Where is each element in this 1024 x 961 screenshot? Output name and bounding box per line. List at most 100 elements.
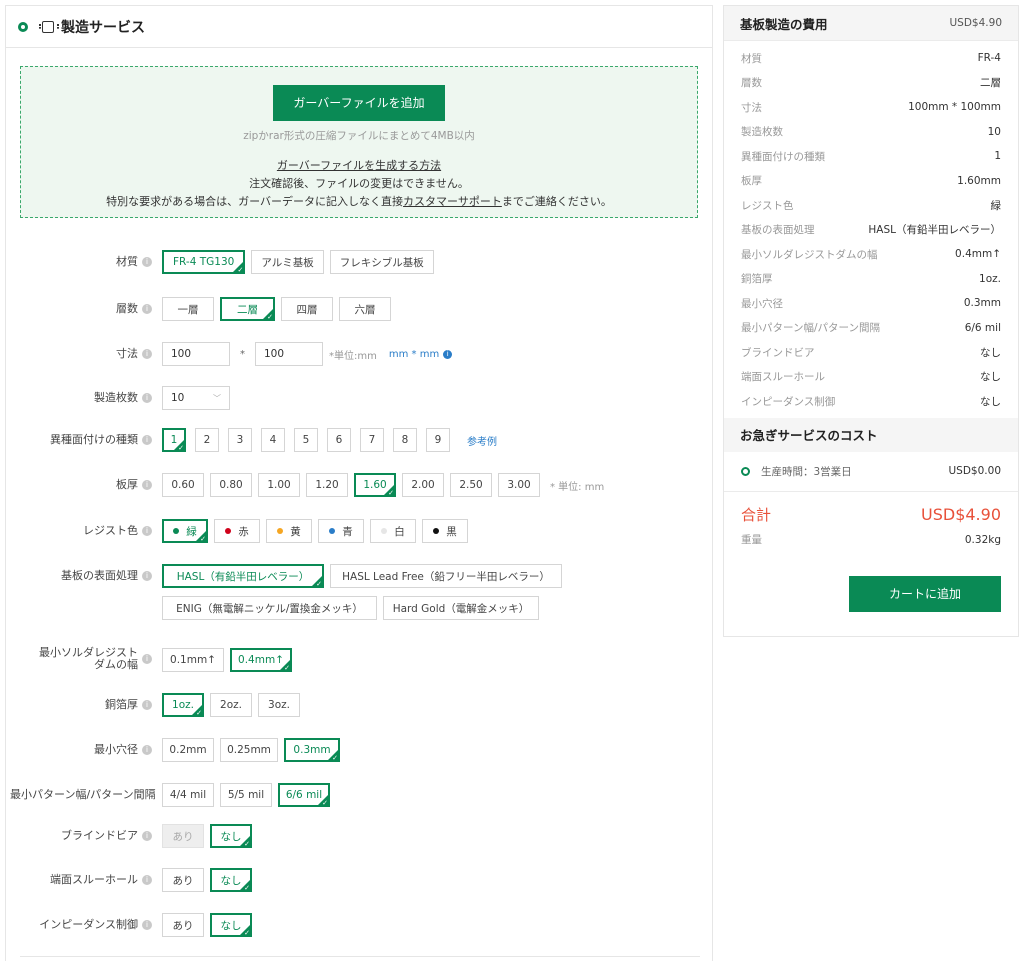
info-icon[interactable]: i: [142, 526, 152, 536]
resist-color-green[interactable]: 緑: [162, 519, 208, 543]
spec-key: 板厚: [741, 175, 762, 188]
resist-color-black[interactable]: 黒: [422, 519, 468, 543]
thickness-option-3-00[interactable]: 3.00: [498, 473, 540, 497]
blind-via-row: ブラインドビア i あり なし: [6, 824, 706, 848]
rush-title: お急ぎサービスのコスト: [740, 428, 878, 443]
spec-value: 1.60mm: [957, 174, 1001, 187]
material-option-fr4[interactable]: FR-4 TG130: [162, 250, 246, 274]
panel-title: 製造サービス: [61, 19, 145, 36]
quantity-select[interactable]: 10 ﹀: [162, 386, 230, 410]
material-option-aluminum[interactable]: アルミ基板: [251, 250, 324, 274]
cost-header: 基板製造の費用 USD$4.90: [724, 6, 1018, 41]
info-icon[interactable]: i: [142, 571, 152, 581]
resist-color-row: レジスト色 i 緑 赤 黄 青 白 黒: [6, 519, 706, 543]
blind-via-option-no[interactable]: なし: [210, 824, 252, 848]
surface-option-hard-gold[interactable]: Hard Gold（電解金メッキ）: [383, 596, 539, 620]
weight-row: 重量 0.32kg: [724, 528, 1018, 552]
min-trace-option-4-4[interactable]: 4/4 mil: [162, 783, 214, 807]
thickness-option-1-00[interactable]: 1.00: [258, 473, 300, 497]
panel-type-option-1[interactable]: 1: [162, 428, 186, 452]
layers-option-6[interactable]: 六層: [339, 297, 391, 321]
thickness-option-0-80[interactable]: 0.80: [210, 473, 252, 497]
rush-option-row[interactable]: 生産時間：3営業日 USD$0.00: [724, 452, 1018, 492]
info-icon[interactable]: i: [142, 920, 152, 930]
service-radio[interactable]: [18, 21, 28, 32]
reference-example-link[interactable]: 参考例: [467, 428, 497, 452]
panel-type-option-6[interactable]: 6: [327, 428, 351, 452]
surface-option-hasl[interactable]: HASL（有鉛半田レベラー）: [162, 564, 324, 588]
thickness-option-1-20[interactable]: 1.20: [306, 473, 348, 497]
panel-type-option-9[interactable]: 9: [426, 428, 450, 452]
edge-plating-option-no[interactable]: なし: [210, 868, 252, 892]
edge-plating-option-yes[interactable]: あり: [162, 868, 204, 892]
add-to-cart-button[interactable]: カートに追加: [849, 576, 1001, 612]
min-hole-option-0-25[interactable]: 0.25mm: [220, 738, 278, 762]
resist-color-yellow[interactable]: 黄: [266, 519, 312, 543]
rush-radio[interactable]: [741, 466, 750, 476]
panel-type-option-4[interactable]: 4: [261, 428, 285, 452]
thickness-option-2-50[interactable]: 2.50: [450, 473, 492, 497]
color-label: 白: [394, 525, 405, 538]
gerber-howto-link[interactable]: ガーバーファイルを生成する方法: [21, 157, 697, 173]
width-input[interactable]: 100: [162, 342, 230, 366]
thickness-option-1-60[interactable]: 1.60: [354, 473, 396, 497]
panel-type-option-7[interactable]: 7: [360, 428, 384, 452]
add-gerber-button[interactable]: ガーバーファイルを追加: [273, 85, 445, 121]
solder-dam-option-0-4[interactable]: 0.4mm↑: [230, 648, 292, 672]
info-icon[interactable]: i: [142, 304, 152, 314]
support-text-pre: 特別な要求がある場合は、ガーバーデータに記入しなく直接: [106, 195, 404, 208]
spec-key: 基板の表面処理: [741, 224, 815, 237]
panel-type-option-3[interactable]: 3: [228, 428, 252, 452]
copper-option-1oz[interactable]: 1oz.: [162, 693, 204, 717]
copper-option-3oz[interactable]: 3oz.: [258, 693, 300, 717]
panel-header: 製造サービス: [6, 6, 712, 48]
height-input[interactable]: 100: [255, 342, 323, 366]
info-icon[interactable]: i: [142, 654, 152, 664]
layers-option-1[interactable]: 一層: [162, 297, 214, 321]
info-icon[interactable]: i: [142, 435, 152, 445]
material-option-flex[interactable]: フレキシブル基板: [329, 250, 434, 274]
info-icon[interactable]: i: [142, 875, 152, 885]
resist-color-white[interactable]: 白: [370, 519, 416, 543]
size-label-text: 寸法: [116, 347, 138, 360]
impedance-option-yes[interactable]: あり: [162, 913, 204, 937]
spec-row: 板厚 1.60mm: [741, 169, 1001, 194]
panel-type-option-8[interactable]: 8: [393, 428, 417, 452]
layers-option-4[interactable]: 四層: [281, 297, 333, 321]
impedance-option-no[interactable]: なし: [210, 913, 252, 937]
panel-type-option-2[interactable]: 2: [195, 428, 219, 452]
info-icon[interactable]: i: [142, 257, 152, 267]
solder-dam-option-0-1[interactable]: 0.1mm↑: [162, 648, 224, 672]
edge-plating-label-text: 端面スルーホール: [50, 873, 138, 886]
min-trace-option-6-6[interactable]: 6/6 mil: [278, 783, 330, 807]
thickness-option-2-00[interactable]: 2.00: [402, 473, 444, 497]
cost-summary-panel: 基板製造の費用 USD$4.90 材質 FR-4 層数 二層 寸法 100mm * 1…: [723, 5, 1019, 637]
size-unit-link[interactable]: mm * mm i: [389, 342, 453, 366]
panel-type-option-5[interactable]: 5: [294, 428, 318, 452]
resist-color-blue[interactable]: 青: [318, 519, 364, 543]
info-icon[interactable]: i: [142, 349, 152, 359]
surface-option-enig[interactable]: ENIG（無電解ニッケル/置換金メッキ）: [162, 596, 377, 620]
cost-price: USD$4.90: [949, 17, 1003, 29]
surface-option-hasl-lead-free[interactable]: HASL Lead Free（鉛フリー半田レベラー）: [330, 564, 562, 588]
spec-row: 製造枚数 10: [741, 120, 1001, 145]
min-hole-option-0-3[interactable]: 0.3mm: [284, 738, 340, 762]
gerber-upload-area[interactable]: ガーバーファイルを追加 zipかrar形式の圧縮ファイルにまとめて4MB以内 ガ…: [20, 66, 698, 218]
resist-color-red[interactable]: 赤: [214, 519, 260, 543]
impedance-label-text: インピーダンス制御: [39, 918, 138, 931]
material-label: 材質 i: [6, 250, 158, 274]
info-icon[interactable]: i: [142, 700, 152, 710]
quantity-label: 製造枚数 i: [6, 386, 158, 410]
min-hole-option-0-2[interactable]: 0.2mm: [162, 738, 214, 762]
info-icon[interactable]: i: [142, 480, 152, 490]
thickness-option-0-60[interactable]: 0.60: [162, 473, 204, 497]
info-icon[interactable]: i: [142, 393, 152, 403]
min-trace-option-5-5[interactable]: 5/5 mil: [220, 783, 272, 807]
min-hole-options: 0.2mm 0.25mm 0.3mm: [158, 738, 698, 762]
layers-option-2[interactable]: 二層: [220, 297, 275, 321]
customer-support-link[interactable]: カスタマーサポート: [403, 195, 502, 208]
info-icon[interactable]: i: [142, 745, 152, 755]
info-icon[interactable]: i: [142, 831, 152, 841]
spec-key: 最小穴径: [741, 297, 783, 310]
copper-option-2oz[interactable]: 2oz.: [210, 693, 252, 717]
